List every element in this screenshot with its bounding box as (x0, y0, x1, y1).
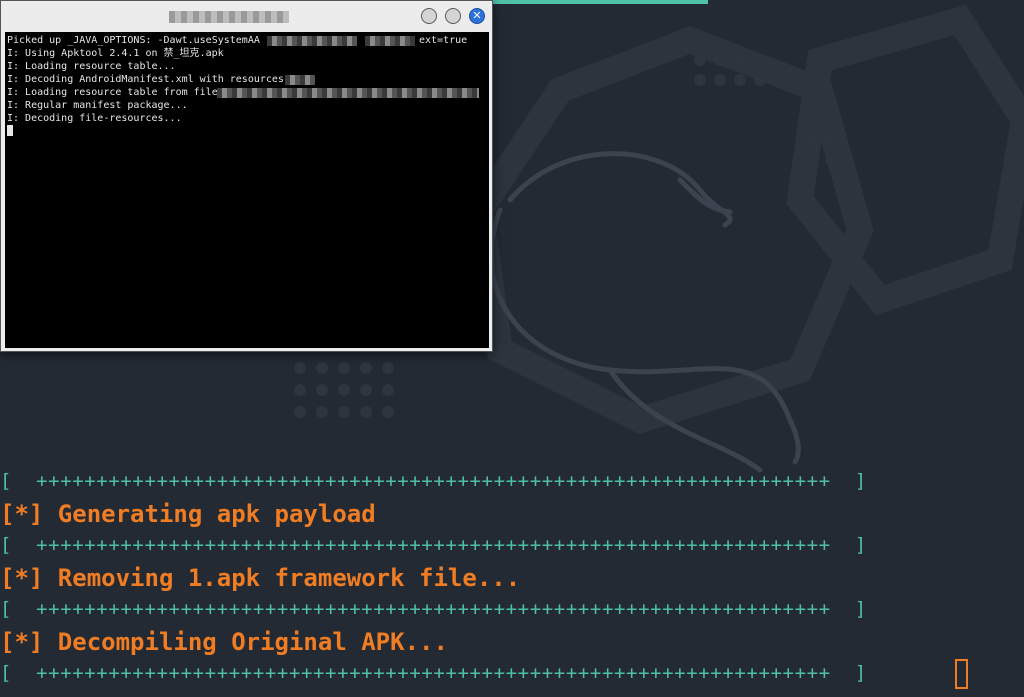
window-titlebar[interactable]: ✕ (1, 1, 492, 33)
separator-line: [ ++++++++++++++++++++++++++++++++++++++… (0, 470, 867, 492)
terminal-cursor (7, 125, 13, 136)
close-icon[interactable]: ✕ (469, 8, 485, 24)
apktool-terminal-window[interactable]: ✕ Picked up _JAVA_OPTIONS: -Dawt.useSyst… (0, 0, 493, 352)
output-line-text: Picked up _JAVA_OPTIONS: -Dawt.useSystem… (7, 35, 260, 46)
status-line-generating: [*] Generating apk payload (0, 500, 376, 528)
separator-line: [ ++++++++++++++++++++++++++++++++++++++… (0, 534, 867, 556)
terminal-output-area[interactable]: Picked up _JAVA_OPTIONS: -Dawt.useSystem… (5, 32, 489, 348)
redacted-text (267, 36, 357, 46)
terminal-output-lines: Picked up _JAVA_OPTIONS: -Dawt.useSystem… (7, 34, 467, 125)
separator-line: [ ++++++++++++++++++++++++++++++++++++++… (0, 662, 867, 684)
status-line-removing: [*] Removing 1.apk framework file... (0, 564, 521, 592)
redacted-text (217, 88, 479, 98)
terminal-cursor (955, 659, 968, 689)
redacted-text (285, 75, 315, 85)
output-line-tail: ext=true (419, 35, 468, 46)
output-line: I: Loading resource table... (7, 61, 176, 72)
separator-line: [ ++++++++++++++++++++++++++++++++++++++… (0, 598, 867, 620)
window-edge-accent (493, 0, 708, 4)
output-line: I: Decoding AndroidManifest.xml with res… (7, 74, 284, 85)
output-line: I: Regular manifest package... (7, 100, 188, 111)
window-title-redacted (169, 11, 289, 23)
minimize-icon[interactable] (421, 8, 437, 24)
status-line-decompiling: [*] Decompiling Original APK... (0, 628, 448, 656)
output-line: I: Decoding file-resources... (7, 113, 182, 124)
output-line: I: Using Apktool 2.4.1 on 禁_坦克.apk (7, 48, 224, 59)
redacted-text (365, 36, 415, 46)
maximize-icon[interactable] (445, 8, 461, 24)
output-line: Picked up _JAVA_OPTIONS: -Dawt.useSystem… (7, 34, 467, 47)
